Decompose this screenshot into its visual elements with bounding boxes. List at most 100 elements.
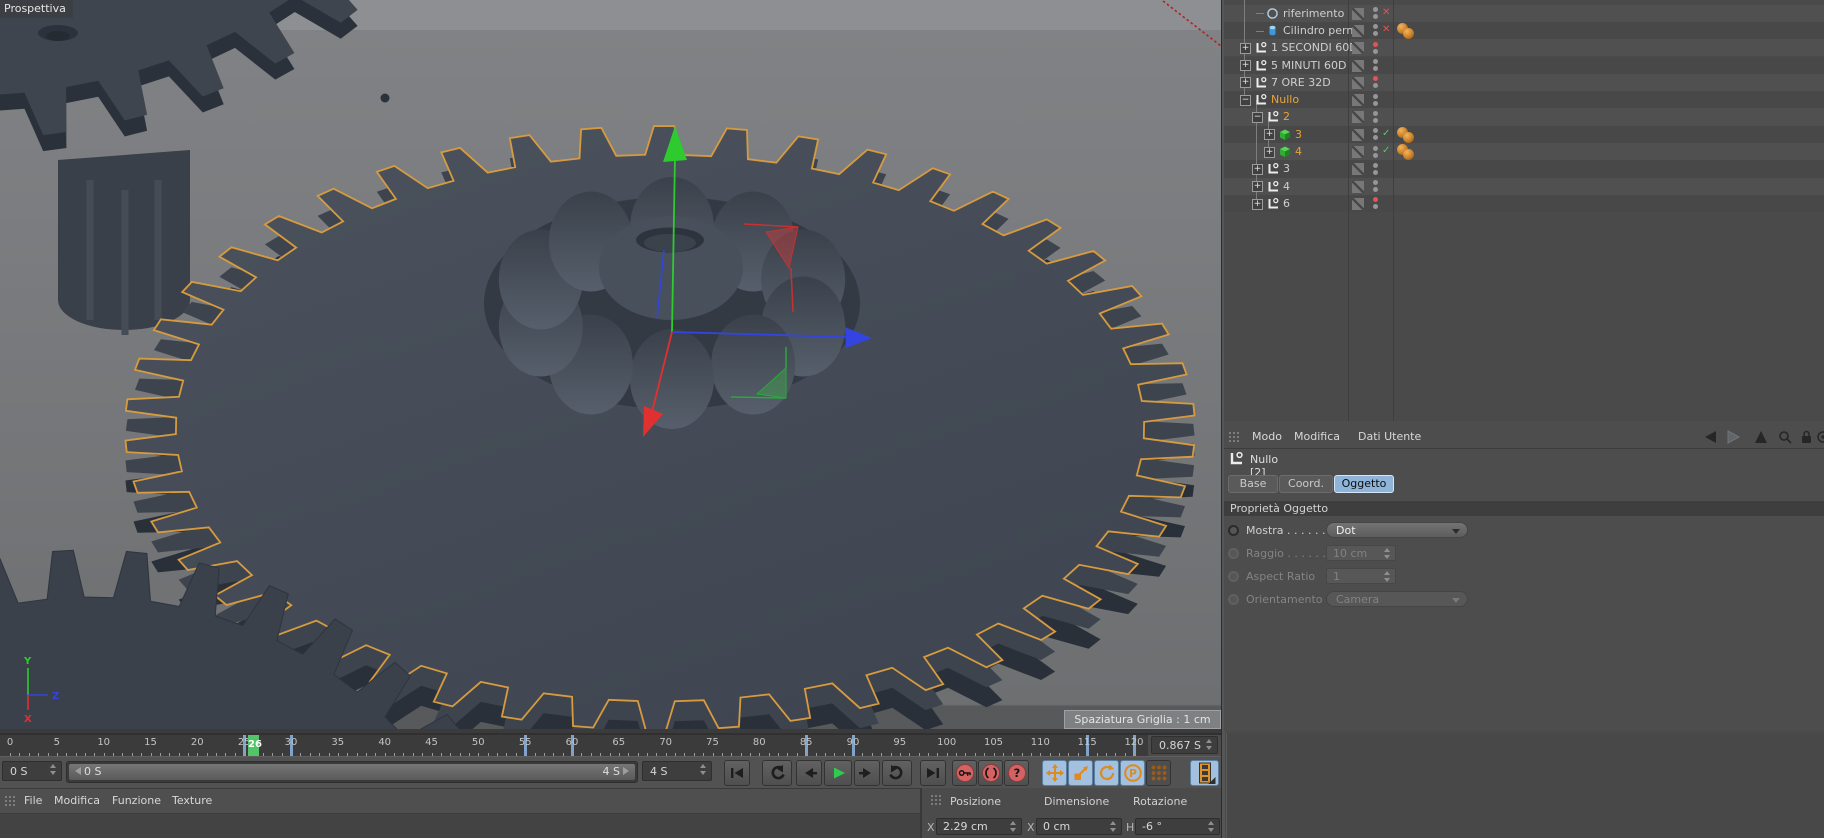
section-proprieta-oggetto[interactable]: Proprietà Oggetto <box>1224 501 1824 516</box>
visibility-editor-dot[interactable] <box>1373 41 1378 47</box>
track-object-icon[interactable] <box>1816 430 1824 447</box>
enabled-on-icon[interactable]: ✓ <box>1382 128 1390 139</box>
visibility-editor-dot[interactable] <box>1373 128 1378 134</box>
visibility-render-dot[interactable] <box>1373 187 1378 193</box>
object-row[interactable]: −2 <box>1224 108 1824 126</box>
keyframe-circle-icon[interactable] <box>1228 525 1239 536</box>
visibility-editor-dot[interactable] <box>1373 76 1378 82</box>
object-row[interactable]: +3 <box>1224 160 1824 178</box>
position-x-field[interactable]: 2.29 cm <box>936 818 1022 835</box>
search-icon[interactable] <box>1778 430 1792 447</box>
visibility-render-dot[interactable] <box>1373 14 1378 20</box>
property-dropdown[interactable]: Dot <box>1326 522 1468 538</box>
tab-coord[interactable]: Coord. <box>1279 475 1333 493</box>
layer-swatch-icon[interactable] <box>1352 146 1364 158</box>
expander-plus-icon[interactable]: + <box>1252 163 1263 175</box>
key-pla-toggle[interactable] <box>1146 760 1171 786</box>
property-dropdown[interactable]: Camera <box>1326 591 1468 607</box>
object-row[interactable]: − Nullo <box>1224 91 1824 109</box>
layer-swatch-icon[interactable] <box>1352 7 1364 20</box>
layer-swatch-icon[interactable] <box>1352 76 1364 89</box>
tab-base[interactable]: Base <box>1228 475 1278 493</box>
visibility-editor-dot[interactable] <box>1373 59 1378 64</box>
layer-swatch-icon[interactable] <box>1352 42 1364 55</box>
key-scale-toggle[interactable] <box>1068 760 1093 786</box>
position-x-spinner-icon[interactable] <box>1010 821 1017 832</box>
visibility-render-dot[interactable] <box>1373 169 1378 175</box>
layer-swatch-icon[interactable] <box>1352 197 1364 210</box>
menu-texture[interactable]: Texture <box>172 794 212 807</box>
rotation-h-spinner-icon[interactable] <box>1208 821 1215 832</box>
object-name[interactable]: 3 <box>1283 162 1290 175</box>
material-tag-icon[interactable] <box>1403 149 1414 160</box>
expander-plus-icon[interactable]: + <box>1264 146 1275 158</box>
object-name[interactable]: 1 SECONDI 60D <box>1271 41 1358 54</box>
visibility-editor-dot[interactable] <box>1373 24 1378 30</box>
material-tag-icon[interactable] <box>1403 131 1414 143</box>
range-start-field[interactable]: 0 S <box>2 761 62 781</box>
menu-dati-utente[interactable]: Dati Utente <box>1358 430 1421 443</box>
property-spinner-field[interactable]: 1 <box>1326 568 1396 584</box>
range-end-field[interactable]: 4 S <box>642 761 712 781</box>
history-forward-icon[interactable] <box>1724 430 1742 447</box>
object-name[interactable]: riferimento <box>1283 7 1344 20</box>
visibility-render-dot[interactable] <box>1373 100 1378 106</box>
layer-swatch-icon[interactable] <box>1352 94 1364 107</box>
record-keyframe-button[interactable] <box>952 760 977 786</box>
keyframe-circle-icon[interactable] <box>1228 571 1239 582</box>
visibility-render-dot[interactable] <box>1373 152 1378 158</box>
key-position-toggle[interactable] <box>1042 760 1067 786</box>
object-name[interactable]: 4 <box>1295 145 1302 158</box>
layer-swatch-icon[interactable] <box>1352 128 1364 141</box>
visibility-editor-dot[interactable] <box>1373 180 1378 186</box>
size-x-field[interactable]: 0 cm <box>1036 818 1122 835</box>
preview-range-bar[interactable]: 0 S 4 S <box>69 764 635 780</box>
object-name[interactable]: 2 <box>1283 110 1290 123</box>
visibility-editor-dot[interactable] <box>1373 197 1378 203</box>
object-row[interactable]: +7 ORE 32D <box>1224 74 1824 92</box>
visibility-render-dot[interactable] <box>1373 204 1378 210</box>
lock-icon[interactable] <box>1800 430 1813 447</box>
menu-modo[interactable]: Modo <box>1252 430 1282 443</box>
visibility-render-dot[interactable] <box>1373 135 1378 141</box>
visibility-render-dot[interactable] <box>1373 117 1378 123</box>
keyframe-circle-icon[interactable] <box>1228 594 1239 605</box>
visibility-editor-dot[interactable] <box>1373 145 1378 151</box>
current-time-field[interactable]: 0.867 S <box>1151 736 1218 754</box>
expander-minus-icon[interactable]: − <box>1252 112 1263 124</box>
key-rotation-toggle[interactable] <box>1094 760 1119 786</box>
visibility-render-dot[interactable] <box>1373 66 1378 71</box>
viewport-camera-label[interactable]: Prospettiva <box>0 0 73 18</box>
object-name[interactable]: 4 <box>1283 180 1290 193</box>
viewport-3d[interactable]: Y Z X Prospettiva Spaziatura Griglia : 1 c… <box>0 0 1221 733</box>
object-row[interactable]: +4 ✓ <box>1224 143 1824 161</box>
visibility-editor-dot[interactable] <box>1373 162 1378 168</box>
object-row[interactable]: +4 <box>1224 178 1824 196</box>
visibility-editor-dot[interactable] <box>1373 7 1378 13</box>
object-name[interactable]: Cilindro perno <box>1283 24 1360 37</box>
object-name[interactable]: 7 ORE 32D <box>1271 76 1331 89</box>
visibility-render-dot[interactable] <box>1373 31 1378 37</box>
menu-modifica[interactable]: Modifica <box>1294 430 1340 443</box>
object-row[interactable]: +1 SECONDI 60D <box>1224 39 1824 57</box>
keyframe-circle-icon[interactable] <box>1228 548 1239 559</box>
property-spinner-field[interactable]: 10 cm <box>1326 545 1396 561</box>
play-button[interactable] <box>824 760 852 786</box>
material-manager-area[interactable] <box>0 814 920 838</box>
preview-range-slider[interactable]: 0 S 4 S <box>66 761 638 783</box>
timeline-window-button[interactable] <box>1190 760 1219 786</box>
size-x-spinner-icon[interactable] <box>1110 821 1117 832</box>
menu-funzione[interactable]: Funzione <box>112 794 161 807</box>
range-bar-start-cap[interactable]: 0 S <box>75 765 101 779</box>
range-start-spinner-icon[interactable] <box>50 764 57 775</box>
current-time-spinner-icon[interactable] <box>1206 739 1213 750</box>
menu-modifica[interactable]: Modifica <box>54 794 100 807</box>
menu-file[interactable]: File <box>24 794 42 807</box>
expander-plus-icon[interactable]: + <box>1264 129 1275 141</box>
spinner-arrows-icon[interactable] <box>1384 571 1391 582</box>
next-frame-button[interactable] <box>854 760 880 786</box>
previous-key-button[interactable] <box>762 760 792 786</box>
tab-oggetto[interactable]: Oggetto <box>1334 475 1394 493</box>
enabled-on-icon[interactable]: ✓ <box>1382 145 1390 156</box>
layer-swatch-icon[interactable] <box>1352 24 1364 37</box>
